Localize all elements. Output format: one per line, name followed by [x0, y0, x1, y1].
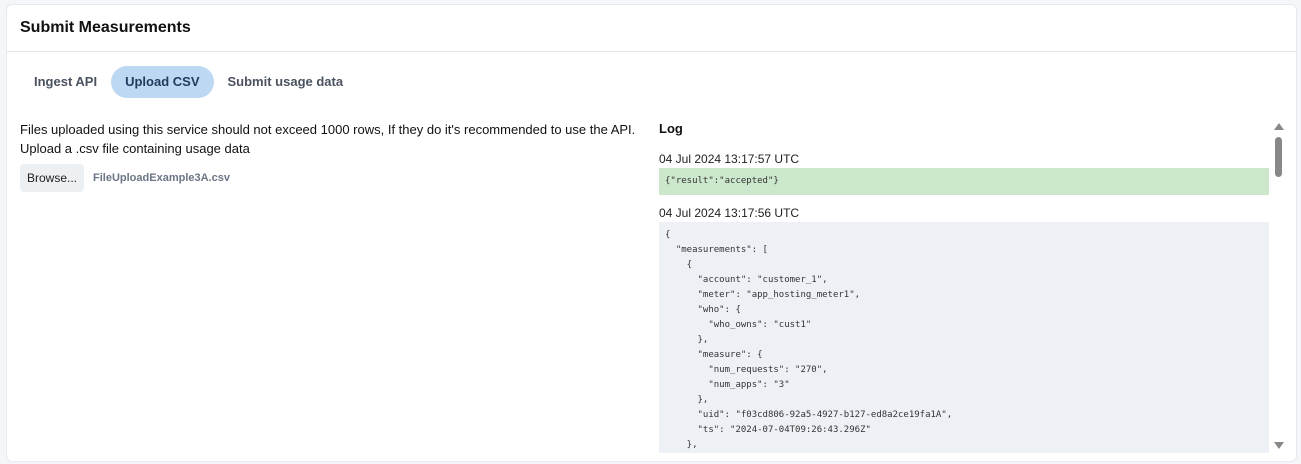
file-input[interactable]: Browse... FileUploadExample3A.csv [20, 164, 640, 192]
page-title: Submit Measurements [20, 19, 191, 36]
log-entry-request: { "measurements": [ { "account": "custom… [659, 222, 1269, 453]
log-scrollbar[interactable] [1273, 123, 1285, 449]
tab-submit-usage-data[interactable]: Submit usage data [214, 66, 358, 98]
log-title: Log [659, 121, 683, 136]
card-header: Submit Measurements [7, 5, 1296, 52]
scrollbar-thumb[interactable] [1275, 137, 1282, 177]
upload-info-text: Files uploaded using this service should… [20, 122, 636, 137]
log-entry-timestamp: 04 Jul 2024 13:17:56 UTC [659, 206, 800, 220]
submit-measurements-card: Submit Measurements Ingest API Upload CS… [6, 4, 1297, 462]
tab-bar: Ingest API Upload CSV Submit usage data [20, 66, 357, 98]
upload-section: Files uploaded using this service should… [20, 120, 640, 192]
log-panel: Log 04 Jul 2024 13:17:57 UTC {"result":"… [659, 119, 1285, 455]
log-entry-response: {"result":"accepted"} [659, 168, 1269, 195]
tab-upload-csv[interactable]: Upload CSV [111, 66, 214, 98]
log-scroll-area[interactable]: Log 04 Jul 2024 13:17:57 UTC {"result":"… [659, 119, 1269, 453]
log-entry-timestamp: 04 Jul 2024 13:17:57 UTC [659, 152, 800, 166]
tab-ingest-api[interactable]: Ingest API [20, 66, 111, 98]
scroll-up-arrow-icon[interactable] [1274, 123, 1284, 130]
selected-file-name: FileUploadExample3A.csv [93, 171, 230, 184]
browse-button[interactable]: Browse... [20, 164, 85, 192]
scroll-down-arrow-icon[interactable] [1274, 442, 1284, 449]
upload-prompt: Upload a .csv file containing usage data [20, 141, 250, 156]
